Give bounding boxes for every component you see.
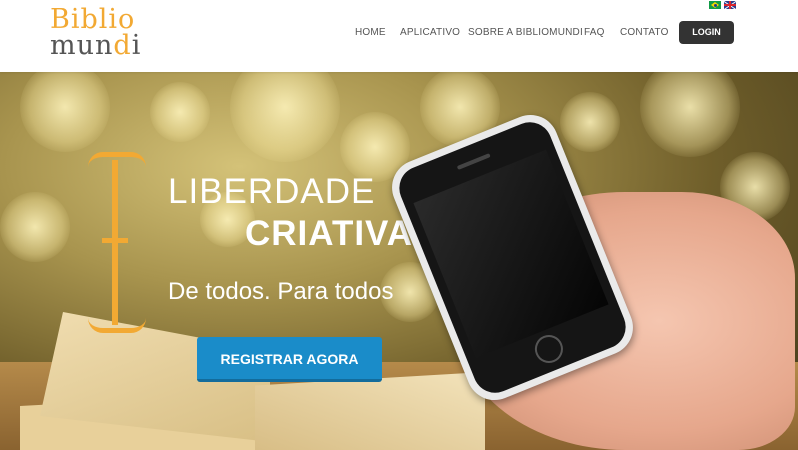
bokeh-light [640,72,740,157]
brand-bracket-graphic [88,152,148,333]
nav-item-sobre[interactable]: SOBRE A BIBLIOMUNDI [468,27,583,38]
hero-title-line1: LIBERDADE [168,172,376,211]
site-header: Biblio mundi HOME APLICATIVO SOBRE A BIB… [0,0,798,72]
book-page [255,372,485,450]
brazil-flag-icon[interactable] [709,1,721,9]
nav-item-faq[interactable]: FAQ [584,27,605,38]
bokeh-light [20,72,110,152]
nav-item-contato[interactable]: CONTATO [620,27,669,38]
login-button[interactable]: LOGIN [679,21,734,44]
language-selector [709,1,739,11]
hero-title-line2: CRIATIVA [245,214,414,253]
register-now-button[interactable]: REGISTRAR AGORA [197,337,382,382]
uk-flag-icon[interactable] [724,1,736,9]
nav-item-home[interactable]: HOME [355,27,386,38]
bokeh-light [150,82,210,142]
hero-banner: LIBERDADE CRIATIVA De todos. Para todos … [0,72,798,450]
bokeh-light [230,72,340,162]
bracket-mid [102,238,128,243]
bracket-bottom [88,318,146,333]
bokeh-light [0,192,70,262]
hero-subtitle: De todos. Para todos [168,278,394,305]
nav-item-aplicativo[interactable]: APLICATIVO [400,27,460,38]
bokeh-light [560,92,620,152]
